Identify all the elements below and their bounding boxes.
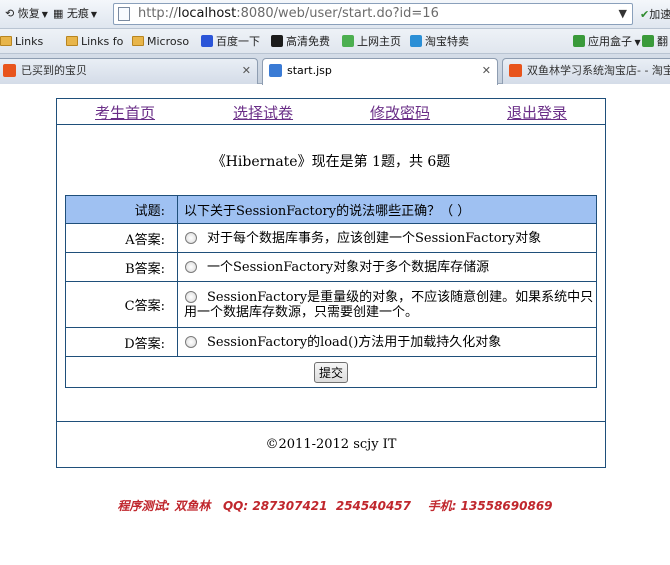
address-url[interactable]: http://localhost:8080/web/user/start.do?… <box>138 6 439 22</box>
check-icon: ✔ <box>640 8 650 21</box>
submit-row: 提交 <box>65 356 597 388</box>
tab-bought-items[interactable]: 已买到的宝贝 ✕ <box>0 58 258 84</box>
nav-link-logout[interactable]: 退出登录 <box>507 102 567 123</box>
app-box-icon <box>573 35 585 47</box>
favorite-app-box[interactable]: 应用盒子 ▼ <box>573 33 641 51</box>
submit-cell: 提交 <box>65 356 597 388</box>
tab-taobao-shop[interactable]: 双鱼林学习系统淘宝店- - 淘宝 <box>502 58 670 84</box>
favorite-links-for[interactable]: Links fo <box>66 33 123 51</box>
option-label: C答案: <box>65 281 178 328</box>
accelerate-label: 加速 <box>649 8 670 21</box>
option-cell[interactable]: SessionFactory是重量级的对象，不应该随意创建。如果系统中只用一个数… <box>177 281 597 328</box>
footer-divider <box>57 421 605 422</box>
favorite-label: Links <box>15 35 44 48</box>
favorite-label: 应用盒子 <box>588 35 632 48</box>
option-a-radio[interactable] <box>185 231 197 244</box>
option-c-radio[interactable] <box>185 290 197 303</box>
browser-toolbar: ⟲ 恢复 ▼ ▦ 无痕 ▼ http://localhost:8080/web/us… <box>0 0 670 29</box>
option-text: SessionFactory的load()方法用于加载持久化对象 <box>207 334 502 350</box>
favorite-label: 淘宝特卖 <box>425 35 469 48</box>
favorite-label: 高清免费 <box>286 35 330 48</box>
tab-label: 双鱼林学习系统淘宝店- - 淘宝 <box>527 64 670 77</box>
home-icon <box>342 35 354 47</box>
address-dropdown-icon[interactable]: ▼ <box>619 7 627 20</box>
close-icon[interactable]: ✕ <box>242 59 251 83</box>
url-rest: :8080/web/user/start.do?id=16 <box>236 6 439 21</box>
favorite-microsoft[interactable]: Microso <box>132 33 189 51</box>
nav-link-select-paper[interactable]: 选择试卷 <box>233 102 293 123</box>
favorite-label: Links fo <box>81 35 124 48</box>
exam-container: 考生首页 选择试卷 修改密码 退出登录 《Hibernate》现在是第 1题，共… <box>56 98 606 468</box>
favorite-homepage[interactable]: 上网主页 <box>342 33 401 51</box>
restore-button[interactable]: ⟲ 恢复 ▼ <box>2 4 51 24</box>
option-row-b: B答案: 一个SessionFactory对象对于多个数据库存储源 <box>65 252 597 282</box>
option-cell[interactable]: SessionFactory的load()方法用于加载持久化对象 <box>177 327 597 357</box>
grid-icon: ▦ <box>53 7 64 20</box>
submit-button[interactable]: 提交 <box>313 361 348 383</box>
option-row-a: A答案: 对于每个数据库事务，应该创建一个SessionFactory对象 <box>65 223 597 253</box>
taobao-icon <box>509 64 522 77</box>
taobao-icon <box>3 64 16 77</box>
option-label: A答案: <box>65 223 178 253</box>
chevron-down-icon: ▼ <box>632 38 641 47</box>
favorite-baidu[interactable]: 百度一下 <box>201 33 260 51</box>
question-label: 试题: <box>65 195 178 224</box>
favorite-translate[interactable]: 翻 <box>642 33 668 51</box>
option-label: B答案: <box>65 252 178 282</box>
option-d-radio[interactable] <box>185 335 197 348</box>
question-row: 试题: 以下关于SessionFactory的说法哪些正确？（ ） <box>65 195 597 224</box>
tab-label: 已买到的宝贝 <box>21 64 87 77</box>
favorite-label: Microso <box>147 35 190 48</box>
m-logo-icon <box>271 35 283 47</box>
favorite-label: 上网主页 <box>357 35 401 48</box>
nav-link-home[interactable]: 考生首页 <box>95 102 155 123</box>
page-icon <box>269 64 282 77</box>
favorite-label: 翻 <box>657 35 668 48</box>
no-trace-button[interactable]: ▦ 无痕 ▼ <box>50 4 100 24</box>
nav-link-change-password[interactable]: 修改密码 <box>370 102 430 123</box>
favorite-links[interactable]: Links <box>0 33 43 51</box>
question-text: 以下关于SessionFactory的说法哪些正确？（ ） <box>177 195 597 224</box>
address-bar[interactable]: http://localhost:8080/web/user/start.do?… <box>113 3 633 25</box>
copyright: ©2011-2012 scjy IT <box>265 437 397 452</box>
baidu-paw-icon <box>201 35 213 47</box>
folder-icon <box>66 36 78 46</box>
option-row-c: C答案: SessionFactory是重量级的对象，不应该随意创建。如果系统中… <box>65 281 597 328</box>
chevron-down-icon: ▼ <box>90 10 98 19</box>
option-text: SessionFactory是重量级的对象，不应该随意创建。如果系统中只用一个数… <box>184 289 594 320</box>
tab-strip: 已买到的宝贝 ✕ start.jsp ✕ 双鱼林学习系统淘宝店- - 淘宝 <box>0 54 670 85</box>
option-b-radio[interactable] <box>185 260 197 273</box>
url-host: localhost <box>177 6 237 21</box>
restore-icon: ⟲ <box>5 7 15 20</box>
folder-icon <box>132 36 144 46</box>
top-nav: 考生首页 选择试卷 修改密码 退出登录 <box>57 99 605 125</box>
option-label: D答案: <box>65 327 178 357</box>
taobao-icon <box>410 35 422 47</box>
question-table: 试题: 以下关于SessionFactory的说法哪些正确？（ ） A答案: 对… <box>65 195 597 388</box>
tab-start-jsp[interactable]: start.jsp ✕ <box>262 58 498 85</box>
option-cell[interactable]: 一个SessionFactory对象对于多个数据库存储源 <box>177 252 597 282</box>
question-progress: 《Hibernate》现在是第 1题，共 6题 <box>211 154 451 170</box>
url-prefix: http:// <box>138 6 178 21</box>
option-cell[interactable]: 对于每个数据库事务，应该创建一个SessionFactory对象 <box>177 223 597 253</box>
favorites-bar: Links Links fo Microso 百度一下 高清免费 上网主页 淘宝… <box>0 29 670 54</box>
no-trace-label: 无痕 <box>66 7 89 20</box>
tab-label: start.jsp <box>287 64 332 77</box>
chevron-down-icon: ▼ <box>41 10 48 19</box>
tester-credit: 程序测试: 双鱼林 QQ: 287307421 254540457 手机: 13… <box>117 499 553 513</box>
favorite-label: 百度一下 <box>216 35 260 48</box>
restore-label: 恢复 <box>17 7 40 20</box>
translate-icon <box>642 35 654 47</box>
option-text: 对于每个数据库事务，应该创建一个SessionFactory对象 <box>207 230 542 246</box>
accelerate-button[interactable]: ✔加速 <box>640 6 670 22</box>
page-icon <box>118 7 130 21</box>
close-icon[interactable]: ✕ <box>482 59 491 83</box>
favorite-hd-free[interactable]: 高清免费 <box>271 33 330 51</box>
favorite-taobao-sale[interactable]: 淘宝特卖 <box>410 33 469 51</box>
option-row-d: D答案: SessionFactory的load()方法用于加载持久化对象 <box>65 327 597 357</box>
folder-icon <box>0 36 12 46</box>
option-text: 一个SessionFactory对象对于多个数据库存储源 <box>207 259 490 275</box>
